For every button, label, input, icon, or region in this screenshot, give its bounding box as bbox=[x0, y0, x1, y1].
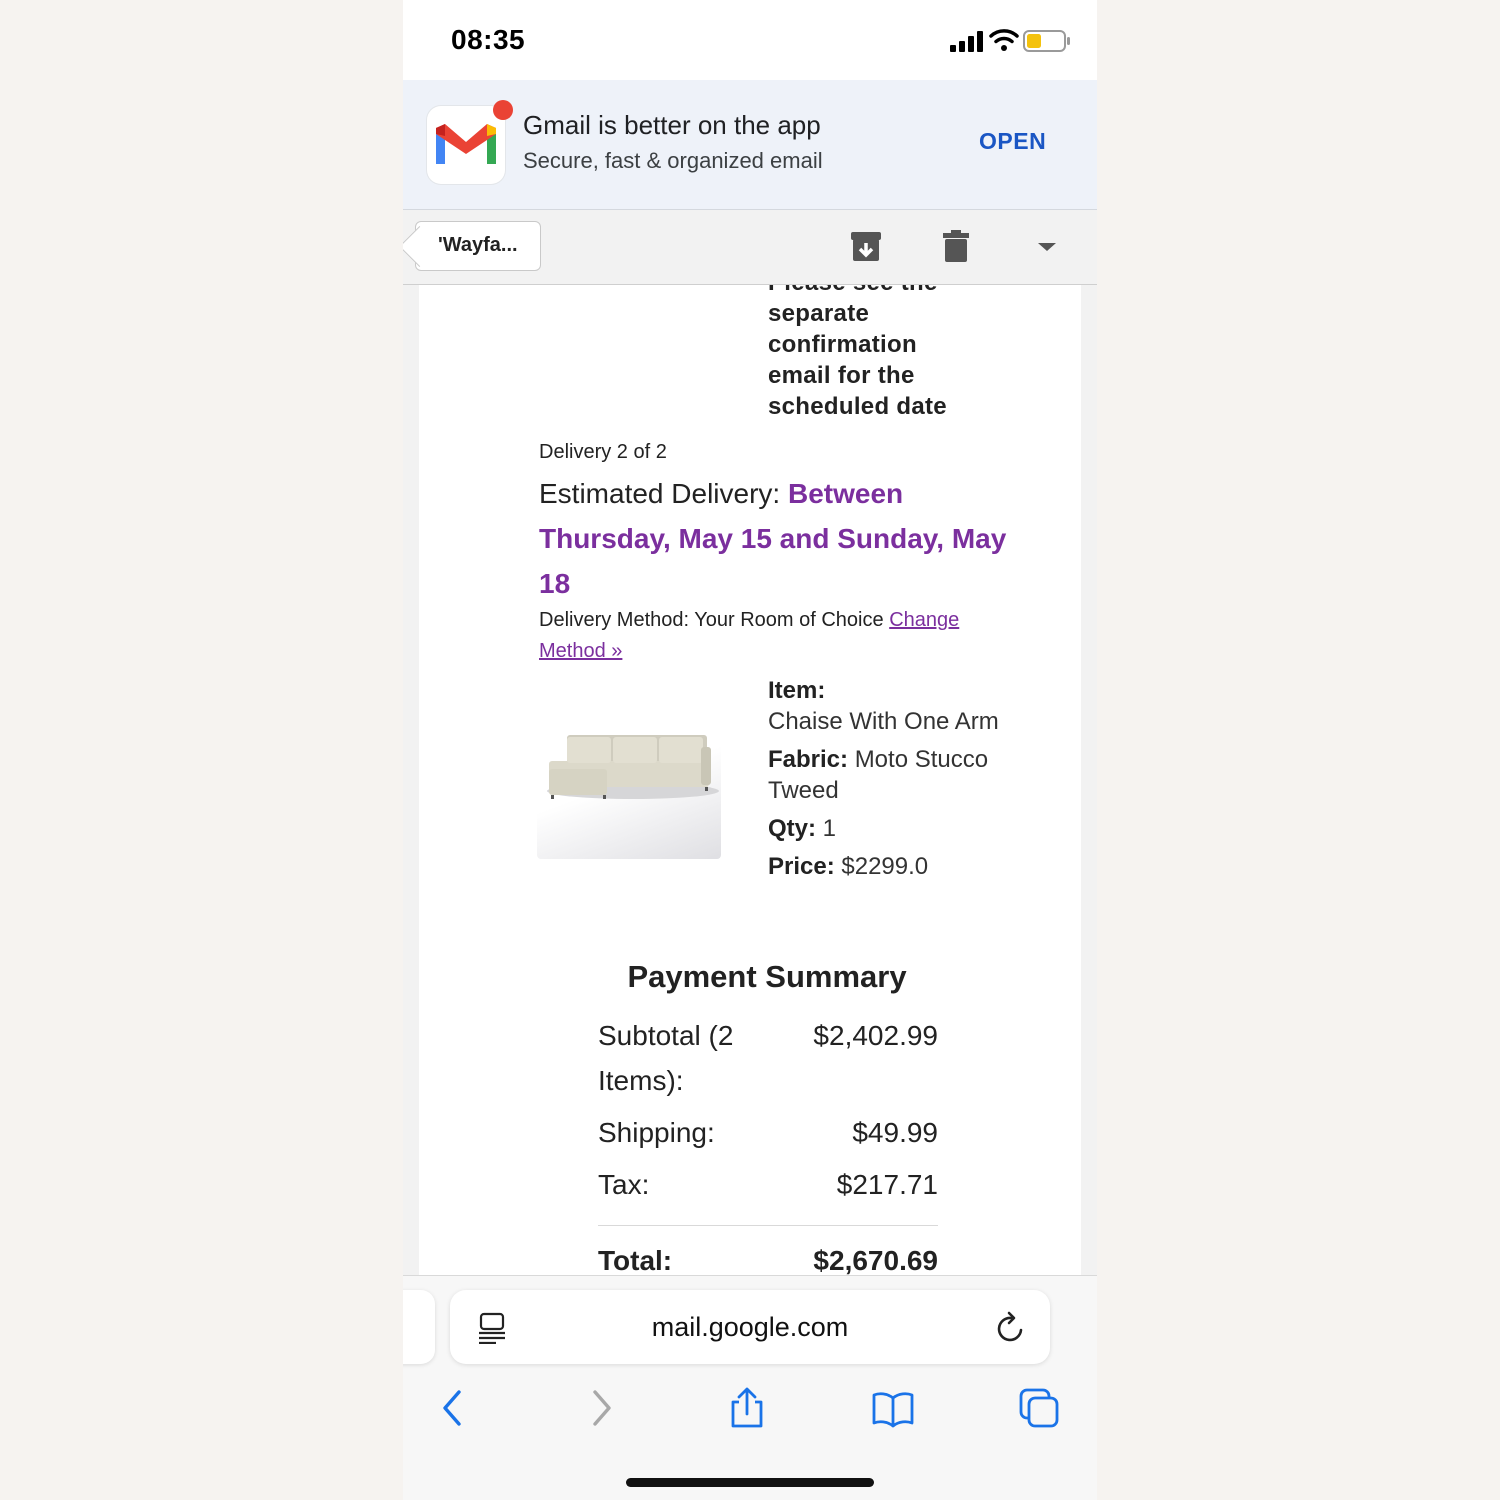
gmail-app-banner: Gmail is better on the app Secure, fast … bbox=[403, 80, 1097, 210]
tax-value: $217.71 bbox=[836, 1169, 938, 1200]
reload-icon[interactable] bbox=[995, 1310, 1027, 1344]
payment-summary-table: Subtotal (2 Items): $2,402.99 Shipping: … bbox=[598, 1013, 938, 1275]
sofa-image bbox=[547, 735, 719, 799]
total-value: $2,670.69 bbox=[813, 1245, 938, 1275]
back-to-thread-button[interactable]: 'Wayfa... bbox=[415, 221, 541, 271]
more-dropdown-icon[interactable] bbox=[1029, 228, 1065, 264]
note-line: confirmation bbox=[768, 331, 917, 358]
notification-dot bbox=[493, 100, 513, 120]
home-indicator[interactable] bbox=[626, 1478, 874, 1487]
back-chevron-icon[interactable] bbox=[431, 1386, 475, 1430]
item-value: Chaise With One Arm bbox=[768, 708, 999, 735]
fabric-label: Fabric: bbox=[768, 746, 849, 773]
payment-divider bbox=[598, 1225, 938, 1226]
total-row: Total: $2,670.69 bbox=[598, 1238, 938, 1275]
note-cutoff-line: Please see the bbox=[768, 285, 1018, 298]
content-margin-left bbox=[403, 285, 419, 1275]
open-app-button[interactable]: OPEN bbox=[979, 128, 1046, 155]
shipping-value: $49.99 bbox=[852, 1117, 938, 1148]
content-margin-right bbox=[1081, 285, 1097, 1275]
gmail-logo-icon bbox=[436, 124, 496, 164]
delivery-method: Delivery Method: Your Room of Choice Cha… bbox=[539, 605, 1019, 667]
price-label: Price: bbox=[768, 853, 835, 880]
delivery-count: Delivery 2 of 2 bbox=[539, 441, 667, 463]
email-toolbar: 'Wayfa... bbox=[403, 210, 1097, 285]
note-line: email for the bbox=[768, 362, 915, 389]
email-body: Please see the separate confirmation ema… bbox=[419, 285, 1081, 1275]
banner-title: Gmail is better on the app bbox=[523, 110, 821, 140]
delivery-note: Please see the separate confirmation ema… bbox=[768, 285, 1018, 422]
subtotal-row: Subtotal (2 Items): $2,402.99 bbox=[598, 1013, 938, 1110]
item-details: Item: Chaise With One Arm Fabric: Moto S… bbox=[768, 675, 1028, 889]
back-button-label: 'Wayfa... bbox=[438, 234, 518, 256]
item-qty: Qty: 1 bbox=[768, 813, 1028, 844]
status-bar: 08:35 bbox=[403, 0, 1097, 80]
item-label: Item: bbox=[768, 677, 826, 704]
shipping-row: Shipping: $49.99 bbox=[598, 1110, 938, 1162]
battery-icon bbox=[1023, 30, 1070, 52]
gmail-app-icon bbox=[427, 100, 513, 184]
previous-tab-peek[interactable] bbox=[403, 1290, 435, 1364]
qty-label: Qty: bbox=[768, 815, 816, 842]
item-price: Price: $2299.0 bbox=[768, 851, 1028, 882]
status-time: 08:35 bbox=[451, 24, 526, 55]
banner-subtitle: Secure, fast & organized email bbox=[523, 148, 823, 173]
tax-label: Tax: bbox=[598, 1169, 650, 1200]
qty-value: 1 bbox=[822, 815, 837, 842]
product-image-sofa[interactable] bbox=[537, 675, 721, 859]
url-text: mail.google.com bbox=[651, 1312, 849, 1342]
phone-screen: 08:35 Gmail is better on the app Secure,… bbox=[403, 0, 1097, 1500]
subtotal-value: $2,402.99 bbox=[813, 1020, 938, 1051]
delivery-method-label: Delivery Method: Your Room of Choice bbox=[539, 609, 884, 631]
safari-bottom-bar: mail.google.com bbox=[403, 1275, 1097, 1500]
total-label: Total: bbox=[598, 1245, 673, 1275]
note-line: separate bbox=[768, 300, 870, 327]
tabs-icon[interactable] bbox=[1017, 1386, 1061, 1430]
item-name: Item: Chaise With One Arm bbox=[768, 675, 1028, 737]
note-line: scheduled date bbox=[768, 393, 947, 420]
item-fabric: Fabric: Moto Stucco Tweed bbox=[768, 744, 1028, 806]
forward-chevron-icon[interactable] bbox=[579, 1386, 623, 1430]
wifi-icon bbox=[989, 29, 1019, 51]
bookmarks-icon[interactable] bbox=[871, 1386, 915, 1430]
delete-trash-icon[interactable] bbox=[938, 228, 974, 264]
tax-row: Tax: $217.71 bbox=[598, 1162, 938, 1207]
address-bar[interactable]: mail.google.com bbox=[450, 1290, 1050, 1364]
estimated-delivery: Estimated Delivery: Between Thursday, Ma… bbox=[539, 471, 1009, 606]
subtotal-label: Subtotal (2 Items): bbox=[598, 1020, 734, 1096]
payment-summary-title: Payment Summary bbox=[627, 959, 907, 994]
price-value: $2299.0 bbox=[841, 853, 929, 880]
shipping-label: Shipping: bbox=[598, 1117, 715, 1148]
estimated-delivery-label: Estimated Delivery: bbox=[539, 478, 781, 509]
cellular-signal-icon bbox=[950, 31, 983, 52]
archive-icon[interactable] bbox=[848, 228, 884, 264]
share-icon[interactable] bbox=[725, 1386, 769, 1430]
